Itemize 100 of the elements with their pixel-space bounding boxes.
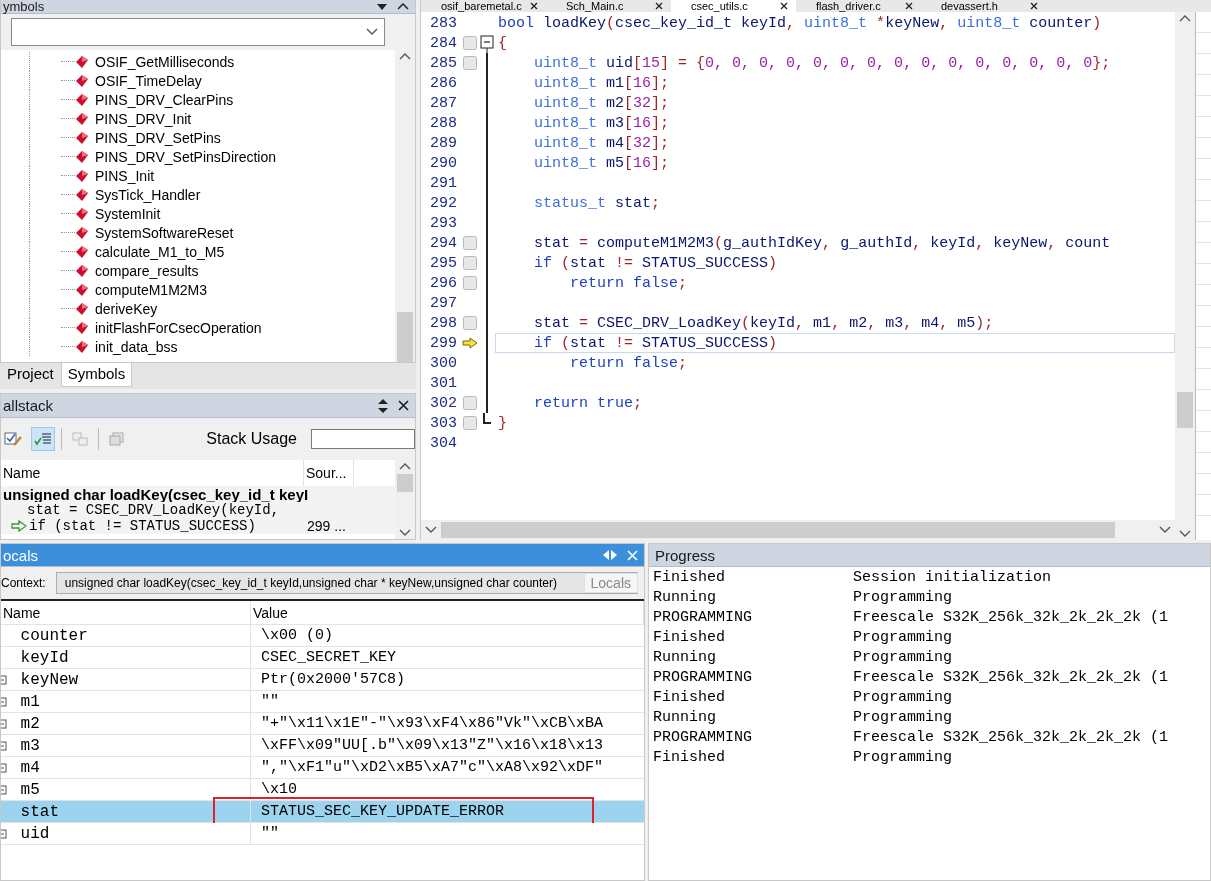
code-line: uint8_t m4[32]; [533,133,671,153]
tree-item[interactable]: PINS_Init [1,166,395,185]
fold-toggle-icon[interactable] [480,33,494,53]
variable-name: m5 [19,780,40,799]
variable-value: CSEC_SECRET_KEY [261,649,397,666]
code-line: } [497,413,508,433]
tree-item[interactable]: PINS_DRV_SetPinsDirection [1,147,395,166]
tree-item[interactable]: SystemSoftwareReset [1,223,395,242]
scrollbar-thumb[interactable] [441,522,1115,538]
status-text: Finished [653,748,726,766]
expand-icon[interactable] [1,696,7,707]
collapse-icon[interactable] [397,3,409,10]
close-icon[interactable] [655,2,663,10]
filter-dropdown[interactable] [11,18,385,46]
method-icon [75,263,89,278]
variable-row[interactable]: m5 \x10 [1,779,644,801]
panel-title: allstack [2,397,54,414]
variable-name: keyNew [19,670,79,689]
method-icon [75,54,89,69]
source-line: if (stat != STATUS_SUCCESS) [29,518,256,534]
variable-row[interactable]: uid "" [1,823,644,845]
scrollbar-thumb[interactable] [397,474,413,492]
variable-name: m1 [19,692,40,711]
code-line: uint8_t m2[32]; [533,93,671,113]
close-icon[interactable] [1030,2,1038,10]
tree-item[interactable]: deriveKey [1,299,395,318]
file-tab[interactable]: csec_utils.c [671,0,796,12]
resize-icon[interactable] [378,398,388,413]
tree-item[interactable]: PINS_DRV_ClearPins [1,90,395,109]
variable-row[interactable]: keyNew Ptr(0x2000'57C8) [1,669,644,691]
variable-value: \x10 [261,781,297,798]
status-text: Finished [653,688,726,706]
code-line: uint8_t uid[15] = {0, 0, 0, 0, 0, 0, 0, 0, 0, 0, 0, 0, 0, 0, 0}; [533,53,1112,73]
expand-icon[interactable] [1,828,7,839]
field-label: Stack Usage [206,430,297,448]
task-text: Freescale S32K_256k_32k_2k_2k_2k (1 [853,608,1170,626]
code-line: uint8_t m5[16]; [533,153,671,173]
variable-row[interactable]: m1 "" [1,691,644,713]
expand-icon[interactable] [1,762,7,773]
tree-item[interactable]: calculate_M1_to_M5 [1,242,395,261]
expand-icon[interactable] [1,674,7,685]
variable-value: ","\xF1"u"\xD2\xB5\xA7"c"\xA8\x92\xDF" [261,759,604,776]
scroll-right-icon [1159,526,1171,534]
field-label: Context: [1,576,46,590]
tree-item[interactable]: OSIF_GetMilliseconds [1,52,395,71]
tree-item[interactable]: PINS_DRV_SetPins [1,128,395,147]
task-text: Freescale S32K_256k_32k_2k_2k_2k (1 [853,668,1170,686]
code-line: bool loadKey(csec_key_id_t keyId, uint8_t *keyNew, uint8_t counter) [497,13,1103,33]
line-reference: 299 ... [307,518,346,534]
tree-item[interactable]: SystemInit [1,204,395,223]
close-icon[interactable] [905,2,913,10]
tree-item[interactable]: computeM1M2M3 [1,280,395,299]
status-text: Finished [653,568,726,586]
tree-item[interactable]: OSIF_TimeDelay [1,71,395,90]
variable-row[interactable]: keyId CSEC_SECRET_KEY [1,647,644,669]
dropdown-icon[interactable] [377,3,387,10]
scroll-down-icon [1179,530,1191,538]
variable-name: keyId [19,648,69,667]
panel-tab[interactable]: Project [0,363,61,387]
scroll-up-icon [399,462,411,470]
code-line: return true; [533,393,644,413]
tree-item[interactable]: PINS_DRV_Init [1,109,395,128]
variable-row[interactable]: m3 \xFF\x09"UU[.b"\x09\x13"Z"\x16\x18\x13 [1,735,644,757]
tree-item[interactable]: init_data_bss [1,337,395,356]
source-line: stat = CSEC_DRV_LoadKey(keyId, [27,502,280,518]
method-icon [75,206,89,221]
tree-item[interactable]: compare_results [1,261,395,280]
expand-icon[interactable] [1,740,7,751]
scrollbar-thumb[interactable] [1177,392,1193,428]
task-text: Programming [853,708,954,726]
close-icon[interactable] [530,2,538,10]
close-icon[interactable] [398,400,409,411]
status-text: Running [653,708,717,726]
variable-row[interactable]: m2 "+"\x11\x1E"-"\x93\xF4\x86"Vk"\xCB\xBA [1,713,644,735]
method-icon [75,73,89,88]
close-icon[interactable] [780,2,788,10]
method-icon [75,244,89,259]
expand-icon[interactable] [1,784,7,795]
variable-row[interactable]: m4 ","\xF1"u"\xD2\xB5\xA7"c"\xA8\x92\xDF" [1,757,644,779]
expand-icon[interactable] [1,718,7,729]
scroll-up-icon [399,52,411,60]
scrollbar-thumb[interactable] [397,312,413,362]
panel-title: ymbols [2,0,45,14]
tree-item[interactable]: SysTick_Handler [1,185,395,204]
variable-value: \xFF\x09"UU[.b"\x09\x13"Z"\x16\x18\x13 [261,737,604,754]
scroll-down-icon [399,529,411,537]
panel-tab[interactable]: Symbols [60,363,133,387]
scroll-up-icon [1179,14,1191,22]
variable-row[interactable]: counter \x00 (0) [1,625,644,647]
method-icon [75,282,89,297]
list-check-icon[interactable] [31,427,55,451]
variable-value: "" [261,693,279,710]
stack-usage-field[interactable] [311,429,415,449]
code-line: if (stat != STATUS_SUCCESS) [533,253,779,273]
status-text: PROGRAMMING [653,608,754,626]
tree-item[interactable]: initFlashForCsecOperation [1,318,395,337]
variable-value: STATUS_SEC_KEY_UPDATE_ERROR [261,803,505,820]
task-text: Session initialization [853,568,1053,586]
status-text: Running [653,648,717,666]
status-text: PROGRAMMING [653,668,754,686]
